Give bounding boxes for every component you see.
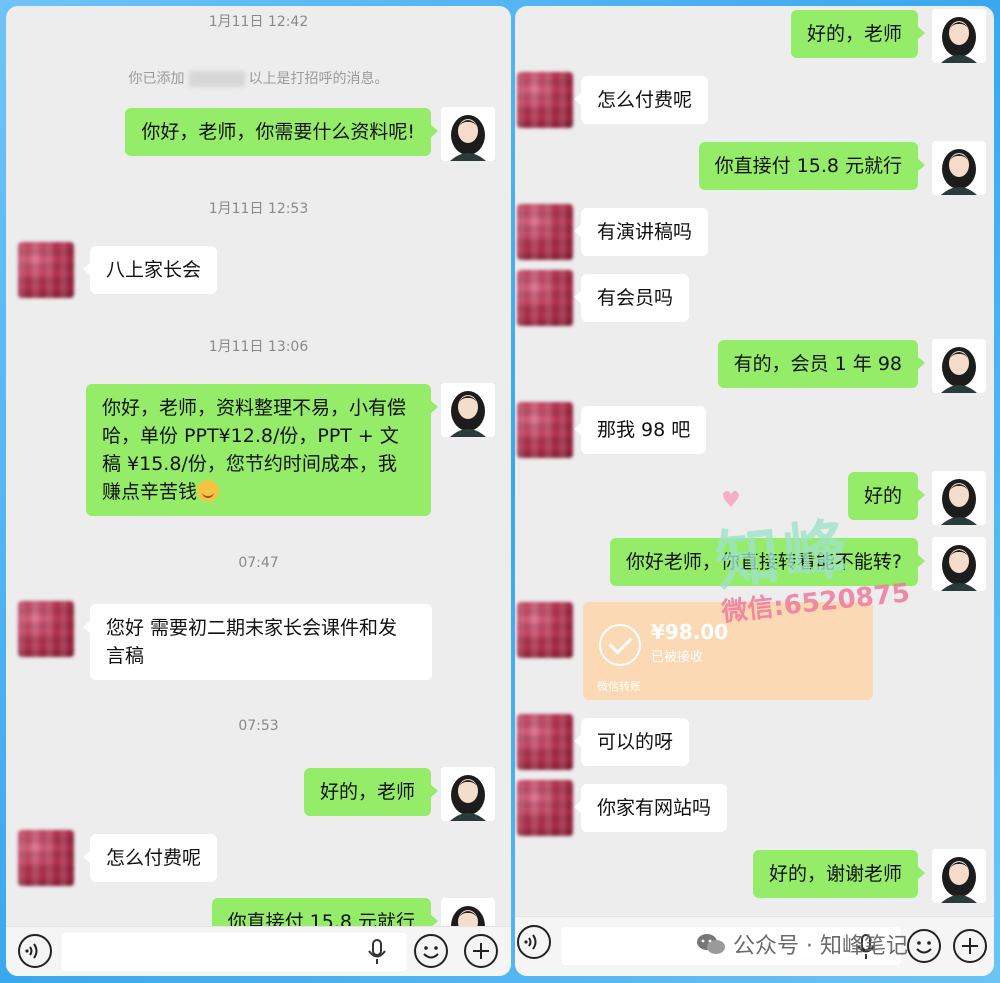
transfer-status: 已被接收 (651, 650, 704, 665)
smile-emoji-icon (197, 480, 220, 502)
message-bubble-other[interactable]: 您好 需要初二期末家长会课件和发言稿 (83, 604, 432, 680)
emoji-icon[interactable] (907, 929, 941, 963)
footer-watermark: 公众号 · 知峰笔记 (695, 928, 908, 960)
message-bubble-self[interactable]: 你好，老师，资料整理不易，小有偿哈，单份 PPT¥12.8/份，PPT + 文稿… (86, 384, 438, 516)
message-bubble-self[interactable]: 好的，老师 (303, 768, 439, 816)
message-bubble-self[interactable]: 好的，老师 (790, 10, 926, 58)
timestamp: 07:53 (238, 718, 279, 734)
message-bubble-other[interactable]: 有演讲稿吗 (573, 208, 709, 256)
avatar-other[interactable] (517, 270, 573, 326)
chat-panel-right: 好的，老师 怎么付费呢 你直接付 15.8 元就行 有演讲稿吗 有会员吗 有的，… (515, 6, 994, 976)
system-notice: 你已添加 以上是打招呼的消息。 (6, 68, 511, 88)
avatar-other[interactable] (517, 204, 573, 260)
message-bubble-other[interactable]: 怎么付费呢 (573, 76, 709, 124)
avatar-self[interactable] (441, 383, 495, 437)
avatar-other[interactable] (517, 72, 573, 128)
avatar-other[interactable] (517, 402, 573, 458)
timestamp: 1月11日 12:53 (208, 201, 309, 217)
timestamp: 1月11日 13:06 (208, 339, 309, 355)
message-text: 你好，老师，资料整理不易，小有偿哈，单份 PPT¥12.8/份，PPT + 文稿… (102, 397, 407, 503)
avatar-self[interactable] (932, 339, 986, 393)
message-bubble-self[interactable]: 你好，老师，你需要什么资料呢! (125, 108, 438, 156)
avatar-self[interactable] (932, 537, 986, 591)
message-bubble-other[interactable]: 你家有网站吗 (573, 784, 728, 832)
footer-watermark-text: 公众号 · 知峰笔记 (733, 934, 908, 959)
microphone-icon[interactable] (366, 938, 388, 966)
plus-icon[interactable] (953, 929, 987, 963)
plus-icon[interactable] (464, 934, 498, 968)
avatar-other[interactable] (517, 780, 573, 836)
timestamp: 1月11日 12:42 (208, 14, 309, 30)
avatar-self[interactable] (932, 141, 986, 195)
chat-panel-left: 1月11日 12:42 你已添加 以上是打招呼的消息。 你好，老师，你需要什么资料… (6, 6, 511, 976)
transfer-footer: 微信转账 (597, 680, 641, 693)
emoji-icon[interactable] (414, 934, 448, 968)
avatar-other[interactable] (18, 242, 74, 298)
avatar-self[interactable] (932, 849, 986, 903)
wechat-icon (695, 932, 727, 956)
message-bubble-self[interactable]: 好的，谢谢老师 (752, 850, 926, 898)
system-notice-prefix: 你已添加 (128, 71, 185, 87)
avatar-other[interactable] (18, 601, 74, 657)
check-icon (599, 624, 641, 666)
blurred-name (188, 71, 245, 87)
message-bubble-self[interactable]: 好的 (847, 472, 926, 520)
avatar-other[interactable] (517, 714, 573, 770)
message-bubble-other[interactable]: 有会员吗 (573, 274, 690, 322)
avatar-self[interactable] (932, 9, 986, 63)
message-bubble-other[interactable]: 可以的呀 (573, 718, 690, 766)
avatar-other[interactable] (517, 602, 573, 658)
transfer-amount: ¥98.00 (651, 620, 729, 644)
voice-icon[interactable] (18, 934, 52, 968)
message-bubble-other[interactable]: 那我 98 吧 (573, 406, 707, 454)
voice-icon[interactable] (517, 925, 551, 959)
message-input[interactable] (62, 933, 407, 971)
input-bar (6, 926, 511, 976)
avatar-other[interactable] (18, 830, 74, 886)
avatar-self[interactable] (932, 471, 986, 525)
timestamp: 07:47 (238, 555, 279, 571)
message-bubble-self[interactable]: 有的，会员 1 年 98 (717, 340, 926, 388)
message-bubble-other[interactable]: 八上家长会 (82, 246, 218, 294)
message-bubble-other[interactable]: 怎么付费呢 (82, 834, 218, 882)
message-bubble-self[interactable]: 你直接付 15.8 元就行 (698, 142, 926, 190)
system-notice-suffix: 以上是打招呼的消息。 (248, 71, 389, 87)
avatar-self[interactable] (441, 107, 495, 161)
avatar-self[interactable] (441, 767, 495, 821)
